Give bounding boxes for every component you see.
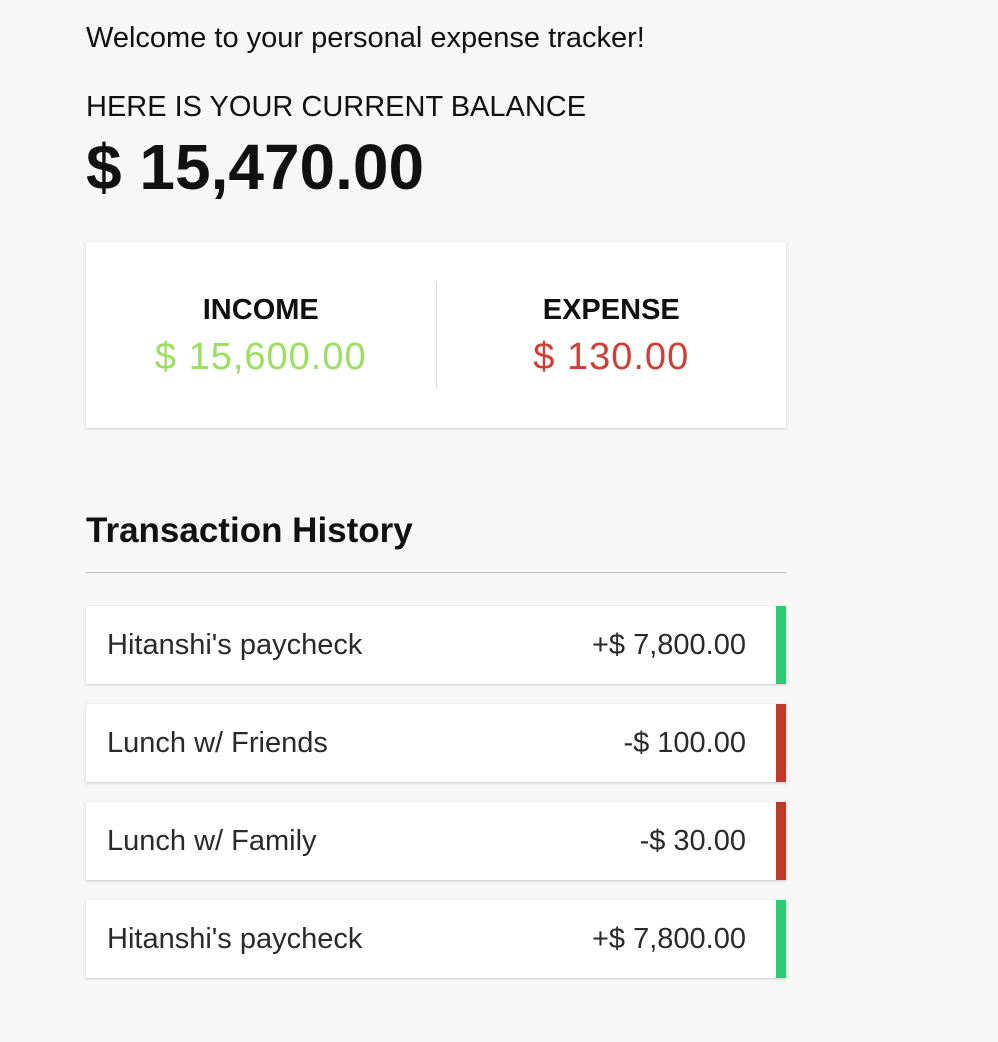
income-expense-card: INCOME $ 15,600.00 EXPENSE $ 130.00 — [86, 242, 786, 428]
transaction-list: Hitanshi's paycheck +$ 7,800.00 Lunch w/… — [86, 606, 786, 998]
expense-column: EXPENSE $ 130.00 — [437, 290, 787, 380]
transaction-item[interactable]: Lunch w/ Friends -$ 100.00 — [86, 704, 786, 782]
transaction-name: Hitanshi's paycheck — [107, 629, 363, 661]
transaction-item[interactable]: Lunch w/ Family -$ 30.00 — [86, 802, 786, 880]
history-divider — [86, 572, 786, 573]
transaction-amount: -$ 30.00 — [639, 825, 746, 857]
transaction-name: Hitanshi's paycheck — [107, 923, 363, 955]
transaction-amount: -$ 100.00 — [623, 727, 746, 759]
transaction-name: Lunch w/ Friends — [107, 727, 328, 759]
expense-label: EXPENSE — [542, 294, 680, 326]
transaction-name: Lunch w/ Family — [107, 825, 317, 857]
welcome-text: Welcome to your personal expense tracker… — [86, 22, 645, 54]
income-label: INCOME — [202, 294, 319, 326]
transaction-item[interactable]: Hitanshi's paycheck +$ 7,800.00 — [86, 900, 786, 978]
transaction-amount: +$ 7,800.00 — [591, 923, 746, 955]
transaction-item[interactable]: Hitanshi's paycheck +$ 7,800.00 — [86, 606, 786, 684]
transaction-amount: +$ 7,800.00 — [591, 629, 746, 661]
history-title: Transaction History — [86, 511, 413, 550]
expense-value: $ 130.00 — [533, 336, 690, 378]
balance-value: $ 15,470.00 — [86, 131, 425, 203]
income-column: INCOME $ 15,600.00 — [86, 290, 436, 380]
income-value: $ 15,600.00 — [154, 336, 367, 378]
balance-label: HERE IS YOUR CURRENT BALANCE — [86, 91, 587, 123]
